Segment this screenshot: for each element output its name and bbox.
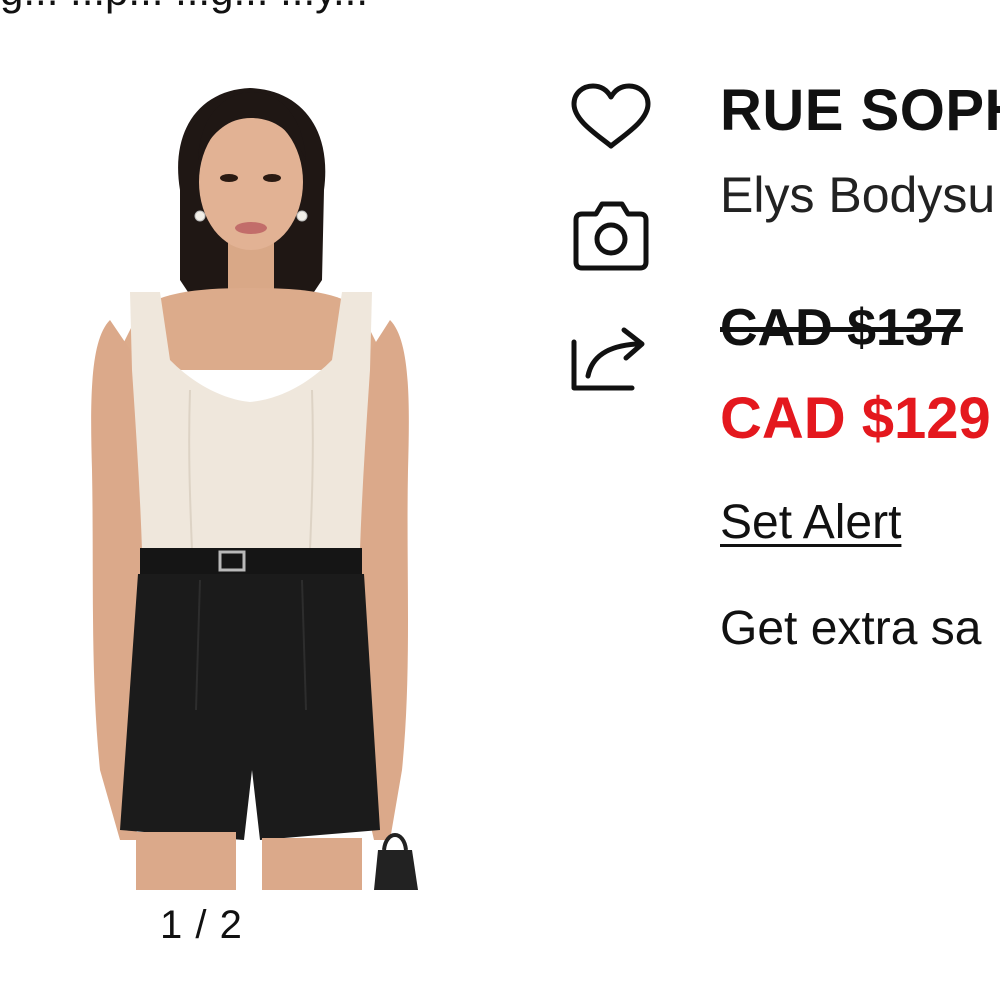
- image-counter: 1 / 2: [160, 903, 243, 947]
- camera-button[interactable]: [566, 196, 656, 276]
- share-button[interactable]: [566, 318, 656, 398]
- sale-price: CAD $129: [720, 386, 991, 451]
- product-photo: [91, 88, 418, 890]
- top-banner-text: g... ...p... ...g... ...y...: [0, 0, 1000, 16]
- original-price: CAD $137: [720, 299, 963, 357]
- product-name: Elys Bodysu: [720, 167, 996, 223]
- wishlist-button[interactable]: [566, 80, 656, 160]
- set-alert-link[interactable]: Set Alert: [720, 494, 901, 552]
- product-image[interactable]: [40, 70, 460, 890]
- heart-icon: [571, 83, 651, 149]
- camera-icon: [573, 201, 649, 271]
- extra-savings-text: Get extra sa: [720, 602, 982, 655]
- product-page: g... ...p... ...g... ...y...: [0, 0, 1000, 1000]
- brand-name[interactable]: RUE SOPH: [720, 78, 1000, 144]
- share-icon: [571, 327, 645, 391]
